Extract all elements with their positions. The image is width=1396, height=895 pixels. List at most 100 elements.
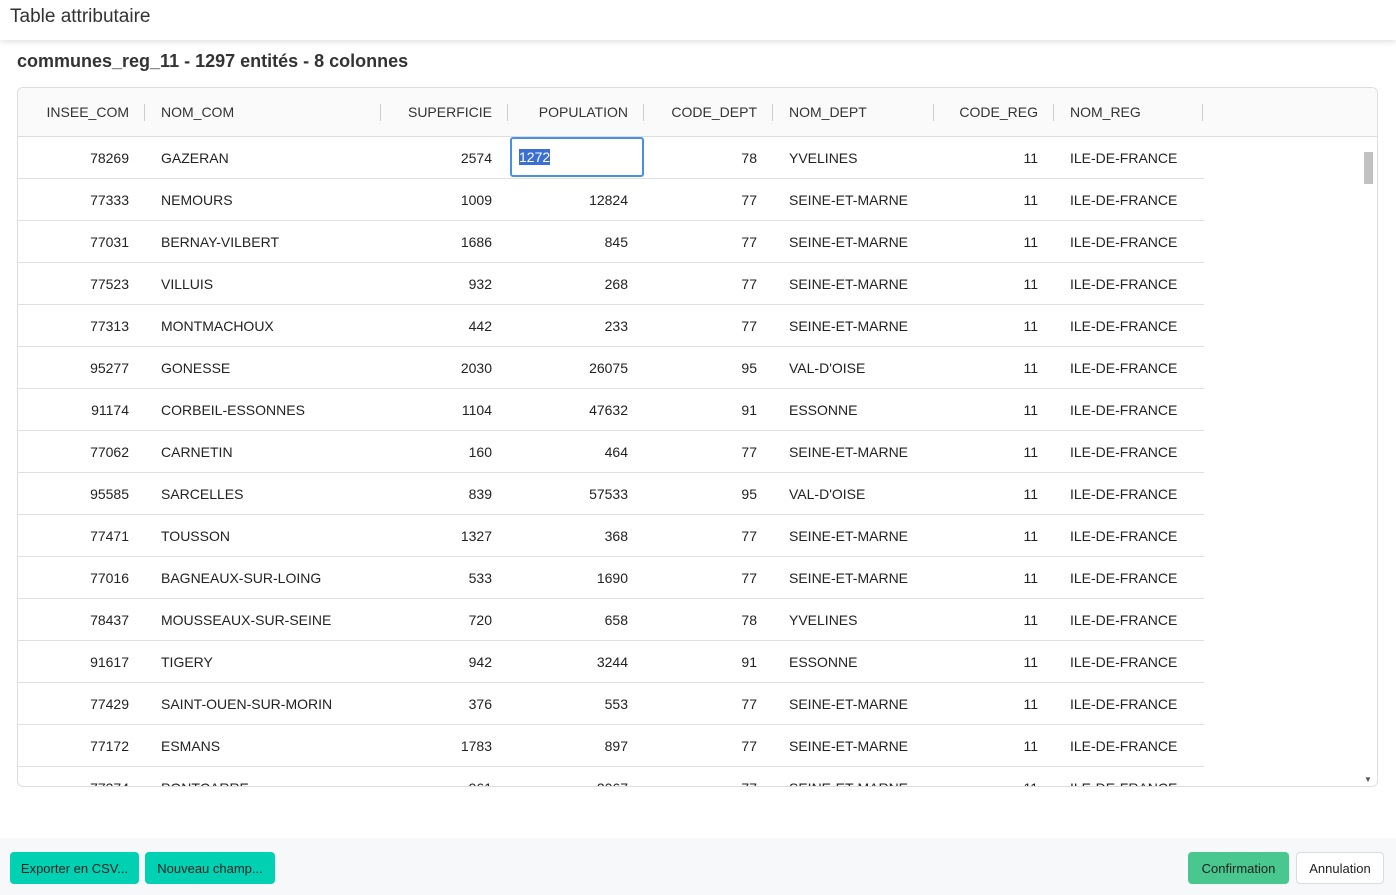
table-cell[interactable]: 11 [934,221,1054,262]
table-cell[interactable]: 1690 [508,557,644,598]
column-header-nom-com[interactable]: NOM_COM [145,88,381,136]
table-cell[interactable]: SEINE-ET-MARNE [773,221,934,262]
column-header-code-reg[interactable]: CODE_REG [934,88,1054,136]
table-row[interactable]: 77172 ESMANS 1783 897 77 SEINE-ET-MARNE 11 ILE-… [18,725,1204,767]
column-header-superficie[interactable]: SUPERFICIE [381,88,508,136]
column-header-insee-com[interactable]: INSEE_COM [18,88,145,136]
table-cell[interactable]: 77 [644,179,773,220]
table-cell[interactable]: BERNAY-VILBERT [145,221,381,262]
table-cell[interactable]: 77 [644,431,773,472]
table-cell[interactable]: ILE-DE-FRANCE [1054,179,1203,220]
table-cell[interactable]: 78 [644,599,773,640]
table-cell[interactable]: MONTMACHOUX [145,305,381,346]
table-cell[interactable]: 11 [934,767,1054,787]
table-cell[interactable]: CARNETIN [145,431,381,472]
confirm-button[interactable]: Confirmation [1188,852,1289,884]
table-cell[interactable]: 91 [644,389,773,430]
vertical-scrollbar[interactable]: ▼ [1361,138,1376,786]
table-cell[interactable]: 2067 [508,767,644,787]
table-cell[interactable]: ESSONNE [773,641,934,682]
table-row[interactable]: 77031 BERNAY-VILBERT 1686 845 77 SEINE-ET-MAR… [18,221,1204,263]
table-cell[interactable]: ILE-DE-FRANCE [1054,305,1203,346]
table-cell[interactable]: SEINE-ET-MARNE [773,263,934,304]
table-cell[interactable]: GONESSE [145,347,381,388]
table-cell[interactable]: 1686 [381,221,508,262]
table-cell[interactable]: 11 [934,263,1054,304]
table-cell[interactable]: 2574 [381,137,508,178]
table-cell[interactable]: 1783 [381,725,508,766]
table-cell[interactable]: 942 [381,641,508,682]
table-cell[interactable]: 442 [381,305,508,346]
table-cell[interactable]: YVELINES [773,137,934,178]
table-cell[interactable]: ILE-DE-FRANCE [1054,767,1203,787]
scroll-down-arrow-icon[interactable]: ▼ [1364,775,1372,784]
table-cell[interactable]: 11 [934,305,1054,346]
table-cell[interactable]: 95585 [18,473,145,514]
table-row[interactable]: 91617 TIGERY 942 3244 91 ESSONNE 11 ILE-DE-FRAN… [18,641,1204,683]
table-row[interactable]: 77016 BAGNEAUX-SUR-LOING 533 1690 77 SEINE-ET… [18,557,1204,599]
table-cell[interactable]: 77 [644,683,773,724]
table-cell[interactable]: 368 [508,515,644,556]
table-cell[interactable]: 57533 [508,473,644,514]
table-cell[interactable]: 78 [644,137,773,178]
table-cell[interactable]: 897 [508,725,644,766]
table-cell[interactable]: NEMOURS [145,179,381,220]
table-cell[interactable]: 95 [644,347,773,388]
table-cell[interactable]: 11 [934,179,1054,220]
table-cell[interactable]: 78437 [18,599,145,640]
table-cell[interactable]: ILE-DE-FRANCE [1054,641,1203,682]
table-cell[interactable]: 77172 [18,725,145,766]
table-row[interactable]: 91174 CORBEIL-ESSONNES 1104 47632 91 ESSONNE 1… [18,389,1204,431]
table-cell[interactable]: 11 [934,473,1054,514]
table-cell[interactable]: 839 [381,473,508,514]
table-cell[interactable]: 77471 [18,515,145,556]
table-cell[interactable]: ESMANS [145,725,381,766]
table-cell[interactable]: 77523 [18,263,145,304]
table-cell[interactable]: 47632 [508,389,644,430]
table-cell[interactable]: SEINE-ET-MARNE [773,179,934,220]
table-cell[interactable]: 95 [644,473,773,514]
table-cell[interactable]: 553 [508,683,644,724]
cell-edit-input[interactable]: 1272 [510,137,644,177]
table-cell[interactable]: 720 [381,599,508,640]
cancel-button[interactable]: Annulation [1296,852,1384,884]
table-cell[interactable]: ESSONNE [773,389,934,430]
table-cell[interactable]: ILE-DE-FRANCE [1054,431,1203,472]
table-cell[interactable]: 77062 [18,431,145,472]
table-cell[interactable]: 376 [381,683,508,724]
table-cell[interactable]: 91617 [18,641,145,682]
column-header-population[interactable]: POPULATION [508,88,644,136]
table-cell[interactable]: 91174 [18,389,145,430]
scrollbar-thumb[interactable] [1364,152,1373,184]
table-cell[interactable]: ILE-DE-FRANCE [1054,347,1203,388]
table-cell[interactable]: TOUSSON [145,515,381,556]
table-cell[interactable]: 12824 [508,179,644,220]
table-cell[interactable]: 77429 [18,683,145,724]
new-field-button[interactable]: Nouveau champ... [145,852,275,884]
table-cell[interactable]: 77374 [18,767,145,787]
table-cell[interactable]: 533 [381,557,508,598]
table-cell[interactable]: 77031 [18,221,145,262]
table-cell[interactable]: SEINE-ET-MARNE [773,515,934,556]
table-cell[interactable]: ILE-DE-FRANCE [1054,683,1203,724]
table-cell[interactable]: 11 [934,137,1054,178]
table-cell[interactable]: 11 [934,515,1054,556]
table-cell[interactable]: SEINE-ET-MARNE [773,725,934,766]
table-cell[interactable]: 77 [644,767,773,787]
table-cell[interactable]: 1104 [381,389,508,430]
table-cell[interactable]: SEINE-ET-MARNE [773,683,934,724]
table-cell[interactable]: 77 [644,557,773,598]
table-row[interactable]: 78269 GAZERAN 2574 1272 78 YVELINES 11 ILE-DE-F… [18,137,1204,179]
table-row[interactable]: 95277 GONESSE 2030 26075 95 VAL-D'OISE 11 ILE-D… [18,347,1204,389]
table-cell[interactable]: 95277 [18,347,145,388]
table-cell[interactable]: 1327 [381,515,508,556]
table-row[interactable]: 77333 NEMOURS 1009 12824 77 SEINE-ET-MARNE 11 I… [18,179,1204,221]
table-cell[interactable]: ILE-DE-FRANCE [1054,263,1203,304]
table-cell[interactable]: VILLUIS [145,263,381,304]
table-cell[interactable]: 77313 [18,305,145,346]
table-cell[interactable]: SEINE-ET-MARNE [773,557,934,598]
column-header-nom-reg[interactable]: NOM_REG [1054,88,1203,136]
table-cell[interactable]: 11 [934,431,1054,472]
cell-editor[interactable]: 1272 [508,137,644,178]
table-cell[interactable]: SEINE-ET-MARNE [773,431,934,472]
